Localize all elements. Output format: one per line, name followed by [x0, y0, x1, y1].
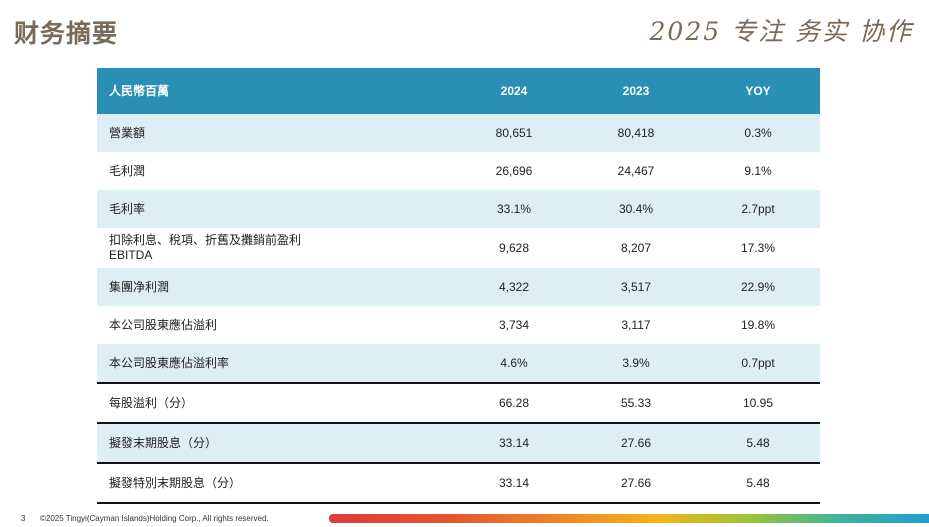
table-row: 擬發特別末期股息（分） 33.14 27.66 5.48: [97, 462, 820, 504]
row-label: 每股溢利（分）: [97, 396, 453, 411]
table-header-row: 人民幣百萬 2024 2023 YOY: [97, 68, 820, 114]
table-row: 毛利率 33.1% 30.4% 2.7ppt: [97, 190, 820, 228]
value-2024: 4.6%: [453, 356, 575, 370]
row-label-sub: EBITDA: [109, 248, 453, 263]
financial-summary-table: 人民幣百萬 2024 2023 YOY 營業額 80,651 80,418 0.…: [97, 68, 820, 504]
row-label: 毛利潤: [97, 164, 453, 179]
value-yoy: 5.48: [697, 436, 819, 450]
row-label: 扣除利息、稅項、折舊及攤銷前盈利 EBITDA: [97, 233, 453, 263]
row-label: 本公司股東應佔溢利率: [97, 356, 453, 371]
value-2023: 3,117: [575, 318, 697, 332]
page-number: 3: [21, 514, 25, 523]
table-row: 擬發末期股息（分） 33.14 27.66 5.48: [97, 422, 820, 462]
value-2023: 30.4%: [575, 202, 697, 216]
page-title: 财务摘要: [14, 14, 118, 50]
table-row: 本公司股東應佔溢利 3,734 3,117 19.8%: [97, 306, 820, 344]
table-row: 扣除利息、稅項、折舊及攤銷前盈利 EBITDA 9,628 8,207 17.3…: [97, 228, 820, 268]
value-2024: 9,628: [453, 241, 575, 255]
table-row: 每股溢利（分） 66.28 55.33 10.95: [97, 382, 820, 422]
value-yoy: 9.1%: [697, 164, 819, 178]
value-2024: 33.1%: [453, 202, 575, 216]
slogan: 2025 专注 务实 协作: [650, 12, 913, 48]
table-row: 毛利潤 26,696 24,467 9.1%: [97, 152, 820, 190]
column-header-yoy: YOY: [697, 84, 819, 98]
value-2024: 33.14: [453, 476, 575, 490]
value-yoy: 10.95: [697, 396, 819, 410]
row-label: 擬發特別末期股息（分）: [97, 476, 453, 491]
value-2023: 24,467: [575, 164, 697, 178]
copyright-text: ©2025 Tingyi(Cayman Islands)Holding Corp…: [40, 514, 269, 523]
value-2023: 80,418: [575, 126, 697, 140]
value-2023: 27.66: [575, 476, 697, 490]
value-yoy: 22.9%: [697, 280, 819, 294]
row-label: 營業額: [97, 126, 453, 141]
column-header-unit: 人民幣百萬: [97, 84, 453, 99]
value-2024: 33.14: [453, 436, 575, 450]
value-2023: 27.66: [575, 436, 697, 450]
value-2024: 4,322: [453, 280, 575, 294]
decorative-gradient-bar: [329, 514, 929, 523]
value-2024: 3,734: [453, 318, 575, 332]
column-header-2024: 2024: [453, 84, 575, 98]
value-2023: 55.33: [575, 396, 697, 410]
row-label: 毛利率: [97, 202, 453, 217]
value-2023: 8,207: [575, 241, 697, 255]
value-2023: 3,517: [575, 280, 697, 294]
row-label: 擬發末期股息（分）: [97, 436, 453, 451]
row-label: 本公司股東應佔溢利: [97, 318, 453, 333]
table-row: 集團净利潤 4,322 3,517 22.9%: [97, 268, 820, 306]
value-2024: 66.28: [453, 396, 575, 410]
value-yoy: 19.8%: [697, 318, 819, 332]
value-2024: 26,696: [453, 164, 575, 178]
table-row: 營業額 80,651 80,418 0.3%: [97, 114, 820, 152]
value-yoy: 0.3%: [697, 126, 819, 140]
column-header-2023: 2023: [575, 84, 697, 98]
value-yoy: 17.3%: [697, 241, 819, 255]
value-2024: 80,651: [453, 126, 575, 140]
value-yoy: 5.48: [697, 476, 819, 490]
row-label: 集團净利潤: [97, 280, 453, 295]
row-label-main: 扣除利息、稅項、折舊及攤銷前盈利: [109, 233, 453, 248]
value-2023: 3.9%: [575, 356, 697, 370]
value-yoy: 2.7ppt: [697, 202, 819, 216]
table-row: 本公司股東應佔溢利率 4.6% 3.9% 0.7ppt: [97, 344, 820, 382]
value-yoy: 0.7ppt: [697, 356, 819, 370]
